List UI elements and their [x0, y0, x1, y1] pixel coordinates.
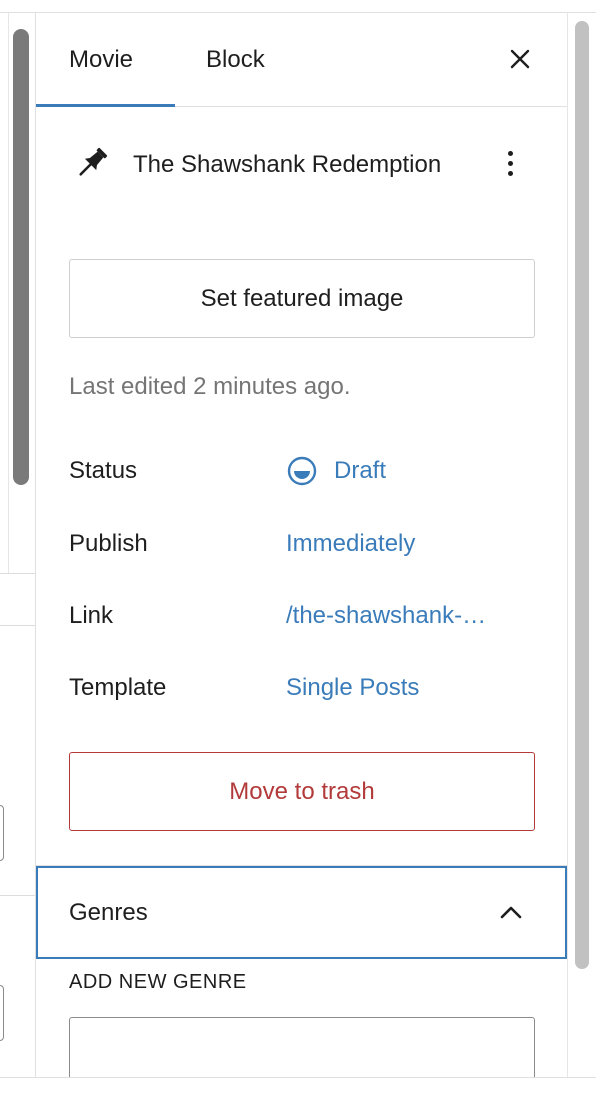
close-sidebar-button[interactable]	[502, 41, 538, 77]
canvas-divider	[0, 573, 36, 574]
add-new-genre-label: ADD NEW GENRE	[69, 971, 247, 993]
close-icon	[510, 49, 530, 69]
sidebar-scrollbar-track	[567, 12, 596, 1078]
genres-panel-toggle[interactable]: Genres	[36, 866, 567, 959]
pin-icon	[79, 147, 108, 176]
tab-block[interactable]: Block	[206, 13, 265, 107]
more-vertical-icon	[507, 150, 513, 156]
status-value: Draft	[334, 457, 387, 484]
active-tab-indicator	[36, 104, 175, 107]
post-title: The Shawshank Redemption	[133, 151, 442, 178]
link-row: Link /the-shawshank-…	[69, 596, 535, 636]
canvas-field-edge[interactable]	[0, 805, 4, 861]
chevron-up-icon	[500, 906, 522, 919]
more-vertical-icon	[507, 160, 513, 166]
sidebar-tabs: Movie Block	[36, 13, 567, 107]
template-button[interactable]: Single Posts	[286, 668, 419, 708]
window-bottom-border	[0, 1077, 596, 1078]
canvas-divider	[0, 895, 36, 896]
permalink-button[interactable]: /the-shawshank-…	[286, 596, 486, 636]
publish-label: Publish	[69, 530, 148, 557]
template-row: Template Single Posts	[69, 668, 535, 708]
genres-panel-title: Genres	[69, 899, 148, 926]
publish-date-button[interactable]: Immediately	[286, 524, 415, 564]
set-featured-image-button[interactable]: Set featured image	[69, 259, 535, 338]
link-label: Link	[69, 602, 114, 629]
post-options-button[interactable]	[496, 145, 524, 181]
more-vertical-icon	[507, 170, 513, 176]
canvas-field-edge[interactable]	[0, 985, 4, 1041]
status-row: Status Draft	[69, 451, 535, 491]
sidebar-scrollbar-thumb[interactable]	[575, 21, 589, 969]
template-label: Template	[69, 674, 167, 701]
status-label: Status	[69, 457, 138, 484]
last-edited-text: Last edited 2 minutes ago.	[69, 373, 351, 400]
add-new-genre-input[interactable]	[69, 1017, 535, 1078]
move-to-trash-button[interactable]: Move to trash	[69, 752, 535, 831]
canvas-scrollbar[interactable]	[13, 29, 29, 485]
editor-window: Movie Block The Shawshank Redemption Set…	[0, 0, 596, 1112]
publish-row: Publish Immediately	[69, 524, 535, 564]
tab-movie[interactable]: Movie	[69, 13, 133, 107]
canvas-divider	[8, 13, 9, 573]
editor-canvas-edge	[0, 12, 36, 1078]
canvas-divider	[0, 625, 36, 626]
status-button[interactable]: Draft	[286, 451, 386, 491]
settings-sidebar: Movie Block The Shawshank Redemption Set…	[35, 12, 567, 1078]
draft-status-icon	[287, 456, 317, 486]
